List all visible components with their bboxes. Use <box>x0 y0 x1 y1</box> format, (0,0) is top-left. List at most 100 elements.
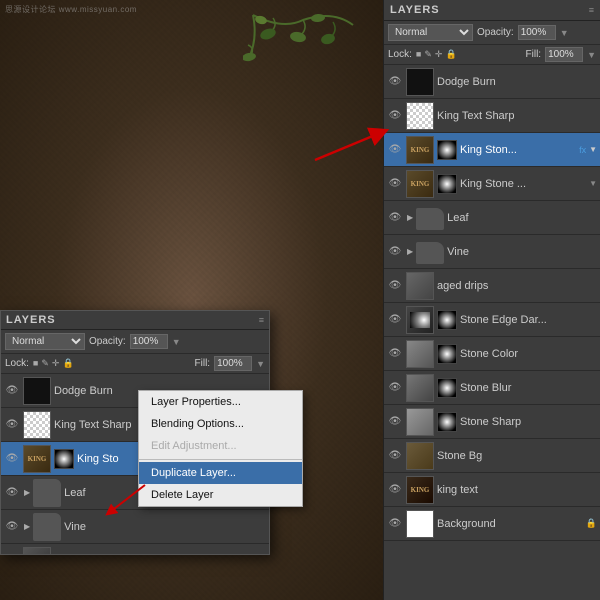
popup-eye-vine[interactable]: 👁 <box>4 519 20 535</box>
mask-stone-edge <box>437 310 457 330</box>
popup-eye-dodge[interactable]: 👁 <box>4 383 20 399</box>
lock-icon-position[interactable]: ✛ <box>435 49 443 60</box>
layer-stone-sharp[interactable]: 👁 Stone Sharp <box>384 405 600 439</box>
panel-menu-icon[interactable]: ≡ <box>589 5 594 15</box>
eye-aged-drips[interactable]: 👁 <box>387 278 403 294</box>
opacity-expand-icon: ▼ <box>560 28 569 38</box>
name-king-text-sharp: King Text Sharp <box>437 110 597 122</box>
thumb-leaf <box>416 208 444 230</box>
eye-king-stone-active[interactable]: 👁 <box>387 142 403 158</box>
king-stone-2-thumb-text: KING <box>411 180 430 188</box>
name-aged-drips: aged drips <box>437 280 597 292</box>
name-stone-blur: Stone Blur <box>460 382 597 394</box>
layer-stone-edge[interactable]: 👁 Stone Edge Dar... <box>384 303 600 337</box>
popup-arrow-vine[interactable]: ▶ <box>24 522 30 531</box>
lock-icon-all[interactable]: 🔒 <box>445 49 456 60</box>
layers-panel: LAYERS ≡ Normal Opacity: ▼ Lock: ■ ✎ ✛ 🔒… <box>383 0 600 600</box>
context-blending-options[interactable]: Blending Options... <box>139 413 302 435</box>
popup-eye-leaf[interactable]: 👁 <box>4 485 20 501</box>
name-king-stone-active: King Ston... <box>460 144 574 156</box>
name-stone-edge: Stone Edge Dar... <box>460 314 597 326</box>
panel-header: LAYERS ≡ <box>384 0 600 21</box>
fill-input[interactable] <box>545 47 583 62</box>
thumb-king-stone-2: KING <box>406 170 434 198</box>
mask-stone-sharp <box>437 412 457 432</box>
popup-lock-icon-1[interactable]: ■ <box>33 358 38 369</box>
arrow-leaf[interactable]: ▶ <box>407 213 413 222</box>
layer-king-stone-active[interactable]: 👁 KING King Ston... fx ▼ <box>384 133 600 167</box>
layer-stone-blur[interactable]: 👁 Stone Blur <box>384 371 600 405</box>
lock-icon-brush[interactable]: ✎ <box>424 49 432 60</box>
popup-lock-icon-2[interactable]: ✎ <box>41 358 49 369</box>
popup-thumb-leaf <box>33 479 61 507</box>
eye-vine[interactable]: 👁 <box>387 244 403 260</box>
eye-dodge-burn[interactable]: 👁 <box>387 74 403 90</box>
layer-stone-color[interactable]: 👁 Stone Color <box>384 337 600 371</box>
eye-king-text[interactable]: 👁 <box>387 482 403 498</box>
lock-row: Lock: ■ ✎ ✛ 🔒 Fill: ▼ <box>384 45 600 65</box>
popup-layer-aged[interactable]: 👁 aged drips <box>1 544 269 554</box>
popup-king-thumb-text: KING <box>28 455 47 463</box>
thumb-king-text-main: KING <box>406 476 434 504</box>
popup-lock-icon-4[interactable]: 🔒 <box>62 358 73 369</box>
popup-fill-input[interactable] <box>214 356 252 371</box>
canvas-area: K I N G 思源设计论坛 www.missyuan.com LAYERS ≡… <box>0 0 383 600</box>
thumb-stone-edge-main <box>406 306 434 334</box>
layer-dodge-burn[interactable]: 👁 Dodge Burn <box>384 65 600 99</box>
popup-arrow-leaf[interactable]: ▶ <box>24 488 30 497</box>
eye-leaf[interactable]: 👁 <box>387 210 403 226</box>
layer-background[interactable]: 👁 Background 🔒 <box>384 507 600 541</box>
name-stone-bg: Stone Bg <box>437 450 597 462</box>
popup-title: LAYERS <box>6 314 56 326</box>
layer-leaf-folder[interactable]: 👁 ▶ Leaf <box>384 201 600 235</box>
mask-stone-color <box>437 344 457 364</box>
layer2-expand-icon[interactable]: ▼ <box>589 179 597 188</box>
popup-panel-header: LAYERS ≡ <box>1 311 269 330</box>
context-duplicate-layer[interactable]: Duplicate Layer... <box>139 462 302 484</box>
popup-fill-label: Fill: <box>195 358 211 369</box>
watermark: 思源设计论坛 www.missyuan.com <box>5 4 137 15</box>
popup-controls: ≡ <box>259 315 264 325</box>
king-stone-thumb-text: KING <box>411 146 430 154</box>
eye-stone-bg[interactable]: 👁 <box>387 448 403 464</box>
eye-stone-blur[interactable]: 👁 <box>387 380 403 396</box>
thumb-stone-blur-main <box>406 374 434 402</box>
popup-thumb-textsharp <box>23 411 51 439</box>
eye-stone-edge[interactable]: 👁 <box>387 312 403 328</box>
context-menu: Layer Properties... Blending Options... … <box>138 390 303 507</box>
layer-king-text-sharp[interactable]: 👁 King Text Sharp <box>384 99 600 133</box>
lock-icon-transparency[interactable]: ■ <box>416 49 421 60</box>
popup-lock-icon-3[interactable]: ✛ <box>52 358 60 369</box>
context-layer-properties[interactable]: Layer Properties... <box>139 391 302 413</box>
eye-stone-color[interactable]: 👁 <box>387 346 403 362</box>
layer-aged-drips[interactable]: 👁 aged drips <box>384 269 600 303</box>
blend-mode-select[interactable]: Normal <box>388 24 473 41</box>
popup-eye-aged[interactable]: 👁 <box>4 553 20 555</box>
popup-opacity-input[interactable] <box>130 334 168 349</box>
mask-stone-blur <box>437 378 457 398</box>
vine-decoration <box>243 10 363 90</box>
popup-lock-icons: ■ ✎ ✛ 🔒 <box>33 358 74 369</box>
popup-thumb-aged <box>23 547 51 555</box>
popup-blend-select[interactable]: Normal <box>5 333 85 350</box>
thumb-king-text-sharp <box>406 102 434 130</box>
eye-king-text-sharp[interactable]: 👁 <box>387 108 403 124</box>
arrow-vine[interactable]: ▶ <box>407 247 413 256</box>
layer-king-text[interactable]: 👁 KING king text <box>384 473 600 507</box>
context-delete-layer[interactable]: Delete Layer <box>139 484 302 506</box>
popup-eye-textsharp[interactable]: 👁 <box>4 417 20 433</box>
eye-king-stone-2[interactable]: 👁 <box>387 176 403 192</box>
popup-layer-vine[interactable]: 👁 ▶ Vine <box>1 510 269 544</box>
thumb-stone-color-main <box>406 340 434 368</box>
layer-expand-icon[interactable]: ▼ <box>589 145 597 154</box>
layer-stone-bg[interactable]: 👁 Stone Bg <box>384 439 600 473</box>
opacity-input[interactable] <box>518 25 556 40</box>
layer-king-stone-2[interactable]: 👁 KING King Stone ... ▼ <box>384 167 600 201</box>
popup-thumb-vine <box>33 513 61 541</box>
eye-stone-sharp[interactable]: 👁 <box>387 414 403 430</box>
layer-vine-folder[interactable]: 👁 ▶ Vine <box>384 235 600 269</box>
popup-eye-kingstone[interactable]: 👁 <box>4 451 20 467</box>
fill-expand-icon: ▼ <box>587 50 596 60</box>
popup-name-vine: Vine <box>64 521 266 533</box>
eye-background[interactable]: 👁 <box>387 516 403 532</box>
